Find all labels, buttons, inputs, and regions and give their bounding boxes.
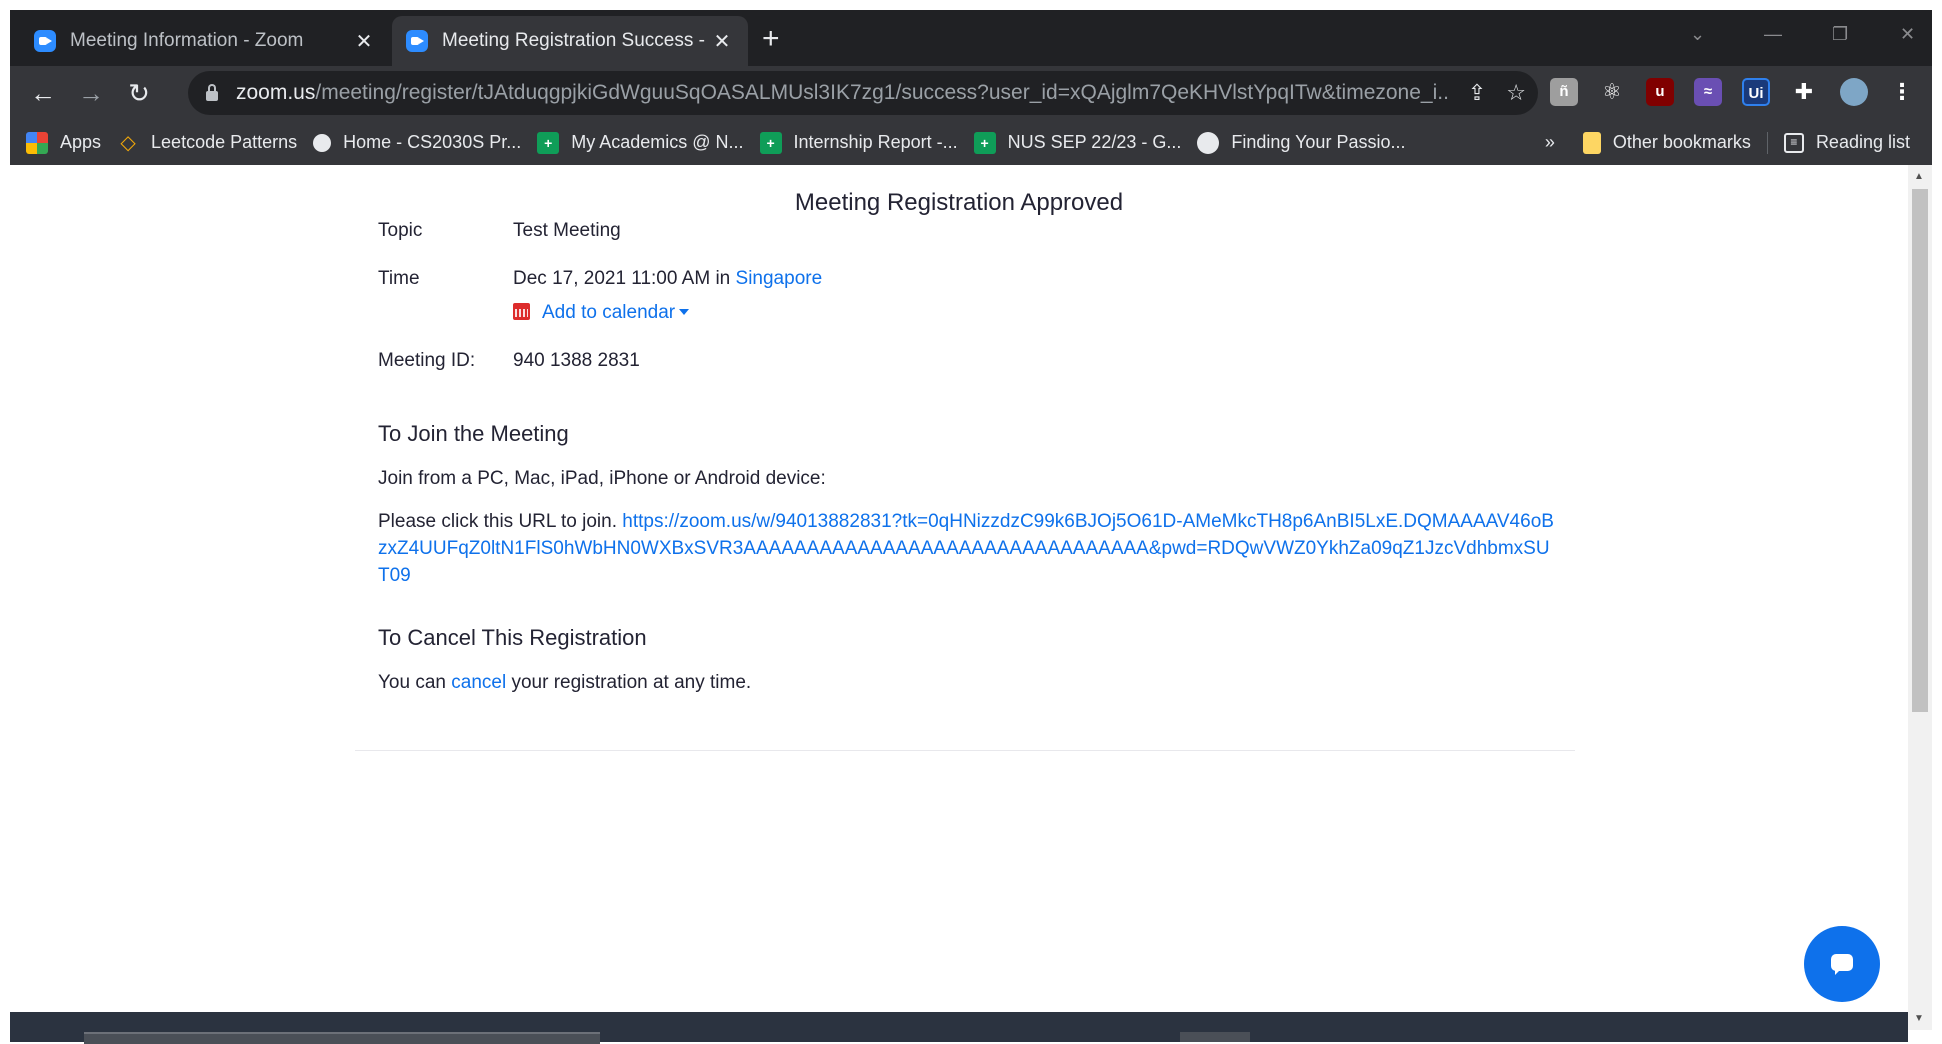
- add-to-calendar-dropdown[interactable]: Add to calendar: [513, 302, 690, 324]
- bookmark-finding-passion[interactable]: Finding Your Passio...: [1197, 131, 1406, 154]
- sheets-icon: +: [537, 131, 560, 154]
- bookmark-label: NUS SEP 22/23 - G...: [1007, 132, 1182, 152]
- time-value: Dec 17, 2021 11:00 AM: [513, 268, 711, 289]
- bookmark-my-academics[interactable]: + My Academics @ N...: [537, 131, 744, 154]
- topic-label: Topic: [378, 220, 423, 241]
- browser-chrome: Meeting Information - Zoom ✕ Meeting Reg…: [10, 10, 1932, 165]
- url-path: /meeting/register/tJAtduqgpjkiGdWguuSqOA…: [315, 81, 1448, 104]
- apps-grid-icon: [26, 131, 48, 154]
- bookmark-label: Leetcode Patterns: [151, 132, 298, 152]
- time-value-row: Dec 17, 2021 11:00 AM in Singapore: [513, 268, 822, 290]
- zoom-icon: [406, 30, 428, 52]
- profile-avatar[interactable]: [1840, 78, 1868, 106]
- other-bookmarks-button[interactable]: Other bookmarks: [1582, 131, 1768, 154]
- bookmark-cs2030s[interactable]: Home - CS2030S Pr...: [313, 132, 521, 153]
- extensions-puzzle-icon[interactable]: ✚: [1790, 78, 1818, 106]
- cancel-prefix: You can: [378, 672, 446, 693]
- extension-icon[interactable]: ≈: [1694, 78, 1722, 106]
- bookmark-label: My Academics @ N...: [571, 132, 744, 152]
- join-url-prefix: Please click this URL to join.: [378, 511, 618, 532]
- tab-search-icon[interactable]: ⌄: [1690, 24, 1705, 45]
- page-content: Meeting Registration Approved Topic Test…: [10, 165, 1908, 1012]
- time-label: Time: [378, 268, 420, 289]
- topic-value: Test Meeting: [513, 220, 621, 241]
- timezone-link[interactable]: Singapore: [736, 268, 823, 289]
- browser-toolbar: ← → ↻ zoom.us /meeting/register/tJAtduqg…: [10, 66, 1932, 120]
- bookmark-apps[interactable]: Apps: [26, 131, 102, 154]
- bookmark-label: Other bookmarks: [1612, 132, 1751, 152]
- lock-icon: [206, 84, 218, 101]
- scrollbar-thumb[interactable]: [1912, 189, 1928, 712]
- chat-bubble-icon: [1831, 954, 1853, 975]
- join-heading: To Join the Meeting: [378, 421, 569, 446]
- caret-down-icon: [679, 309, 690, 315]
- sheets-icon: +: [973, 131, 996, 154]
- cancel-paragraph: You can cancel your registration at any …: [378, 669, 1578, 696]
- tab-registration-success[interactable]: Meeting Registration Success - Zoom ✕: [392, 16, 748, 66]
- taskbar-item[interactable]: [1180, 1032, 1250, 1042]
- scroll-up-arrow-icon[interactable]: ▲: [1914, 171, 1924, 182]
- meeting-id-value: 940 1388 2831: [513, 350, 640, 371]
- join-devices-text: Join from a PC, Mac, iPad, iPhone or And…: [378, 468, 826, 489]
- reading-list-button[interactable]: ≡ Reading list: [1783, 132, 1910, 153]
- close-tab-icon[interactable]: ✕: [710, 29, 734, 54]
- section-divider: [355, 750, 1575, 751]
- tab-title: Meeting Information - Zoom: [70, 30, 304, 51]
- sheets-icon: +: [759, 131, 782, 154]
- cancel-heading: To Cancel This Registration: [378, 625, 647, 650]
- back-button[interactable]: ←: [26, 76, 60, 110]
- calendar-icon: [513, 303, 530, 320]
- close-tab-icon[interactable]: ✕: [352, 29, 376, 54]
- bookmarks-overflow-button[interactable]: »: [1545, 132, 1555, 153]
- bookmark-star-icon[interactable]: ☆: [1506, 80, 1526, 106]
- tab-title: Meeting Registration Success - Zoom: [442, 30, 710, 51]
- globe-icon: [1197, 131, 1220, 154]
- cancel-link[interactable]: cancel: [451, 672, 506, 693]
- tab-strip: Meeting Information - Zoom ✕ Meeting Reg…: [10, 10, 1932, 66]
- bookmark-label: Reading list: [1815, 132, 1910, 152]
- new-tab-button[interactable]: +: [762, 24, 780, 54]
- close-window-button[interactable]: ✕: [1900, 24, 1915, 45]
- chat-button[interactable]: [1804, 926, 1880, 1002]
- reload-button[interactable]: ↻: [122, 76, 156, 110]
- folder-icon: [1582, 131, 1601, 154]
- zoom-icon: [34, 30, 56, 52]
- url-host: zoom.us: [236, 81, 316, 104]
- taskbar-item[interactable]: [84, 1032, 600, 1044]
- page-title: Meeting Registration Approved: [794, 189, 1124, 216]
- tab-meeting-information[interactable]: Meeting Information - Zoom ✕: [20, 16, 390, 66]
- bookmark-label: Apps: [60, 132, 102, 152]
- bookmarks-bar: Apps ◇ Leetcode Patterns Home - CS2030S …: [10, 120, 1932, 165]
- uipath-icon[interactable]: Ui: [1742, 78, 1770, 106]
- bookmark-label: Finding Your Passio...: [1231, 132, 1406, 152]
- bookmark-internship-report[interactable]: + Internship Report -...: [759, 131, 958, 154]
- join-url-paragraph: Please click this URL to join. https://z…: [378, 508, 1558, 589]
- bookmark-label: Home - CS2030S Pr...: [343, 132, 522, 152]
- minimize-button[interactable]: —: [1764, 24, 1782, 45]
- bookmarks-right: » Other bookmarks ≡ Reading list: [1545, 120, 1910, 165]
- meeting-id-label: Meeting ID:: [378, 350, 476, 371]
- forward-button[interactable]: →: [74, 76, 108, 110]
- restore-button[interactable]: ❐: [1832, 24, 1848, 45]
- page-scrollbar[interactable]: ▲ ▼: [1908, 165, 1932, 1030]
- bookmark-label: Internship Report -...: [793, 132, 958, 152]
- time-in: in: [715, 268, 731, 289]
- bookmark-nus-sep[interactable]: + NUS SEP 22/23 - G...: [973, 131, 1182, 154]
- cancel-suffix: your registration at any time.: [511, 672, 752, 693]
- extension-icon[interactable]: ñ: [1550, 78, 1578, 106]
- bookmark-leetcode[interactable]: ◇ Leetcode Patterns: [117, 132, 297, 154]
- leetcode-icon: ◇: [120, 131, 136, 154]
- add-to-calendar-label[interactable]: Add to calendar: [542, 302, 675, 323]
- share-icon[interactable]: ⇪: [1468, 80, 1486, 106]
- reading-list-icon: ≡: [1783, 132, 1804, 153]
- scroll-down-arrow-icon[interactable]: ▼: [1914, 1013, 1924, 1024]
- github-icon: [313, 133, 332, 152]
- react-devtools-icon[interactable]: ⚛: [1598, 78, 1626, 106]
- ublock-origin-icon[interactable]: u: [1646, 78, 1674, 106]
- address-bar[interactable]: zoom.us /meeting/register/tJAtduqgpjkiGd…: [188, 71, 1538, 115]
- menu-kebab-icon[interactable]: ⋮: [1888, 78, 1916, 106]
- taskbar: [10, 1012, 1908, 1044]
